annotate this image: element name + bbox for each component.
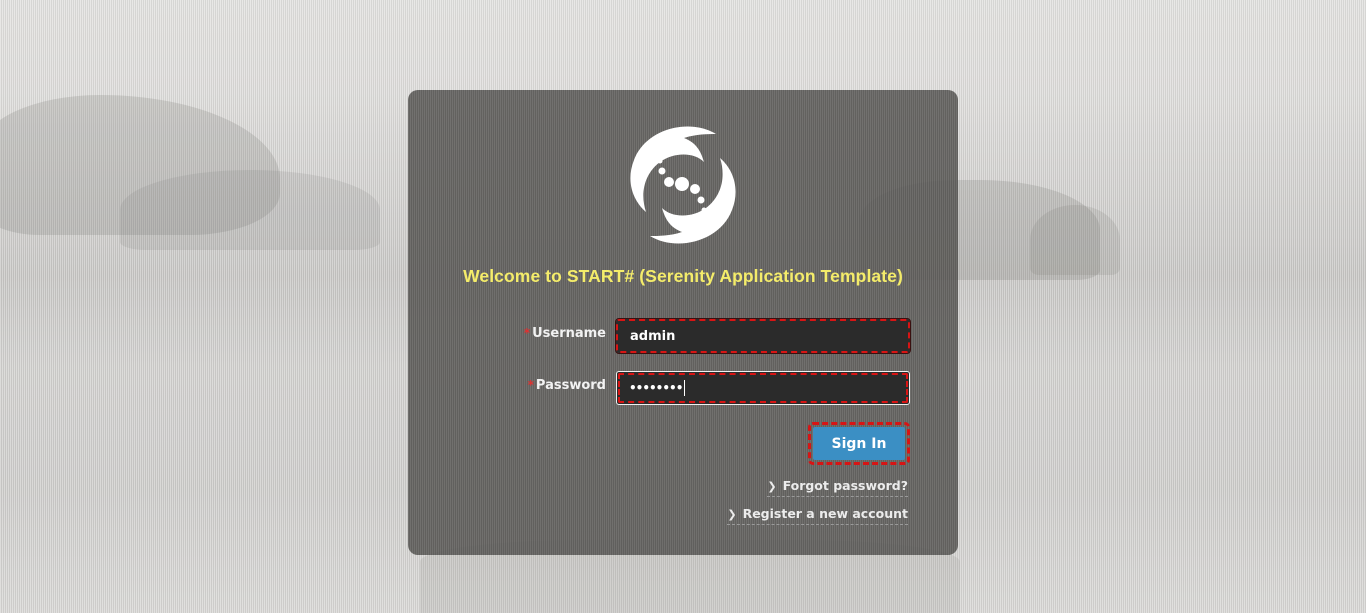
background-rock	[120, 170, 380, 250]
chevron-right-icon: ❯	[767, 480, 777, 493]
register-account-link[interactable]: ❯ Register a new account	[727, 506, 908, 525]
welcome-title: Welcome to START# (Serenity Application …	[463, 266, 903, 286]
register-account-text: Register a new account	[742, 506, 908, 521]
password-input[interactable]: ••••••••	[616, 371, 910, 405]
username-input[interactable]: admin	[615, 318, 911, 354]
required-marker: *	[527, 378, 534, 392]
serenity-logo-icon	[630, 126, 736, 244]
chevron-right-icon: ❯	[727, 508, 737, 521]
username-label: * Username	[508, 326, 606, 341]
password-label-text: Password	[535, 378, 606, 393]
password-masked-value: ••••••••	[629, 381, 683, 395]
signin-button[interactable]: Sign In	[813, 427, 905, 460]
username-value: admin	[630, 329, 676, 344]
password-label: * Password	[508, 378, 606, 393]
background-rock	[1030, 205, 1120, 275]
forgot-password-text: Forgot password?	[782, 478, 908, 493]
text-caret	[684, 379, 686, 396]
required-marker: *	[523, 326, 531, 340]
login-panel: Welcome to START# (Serenity Application …	[408, 90, 958, 555]
signin-button-focus-outline: Sign In	[808, 422, 910, 465]
username-label-text: Username	[532, 326, 606, 341]
forgot-password-link[interactable]: ❯ Forgot password?	[767, 478, 908, 497]
